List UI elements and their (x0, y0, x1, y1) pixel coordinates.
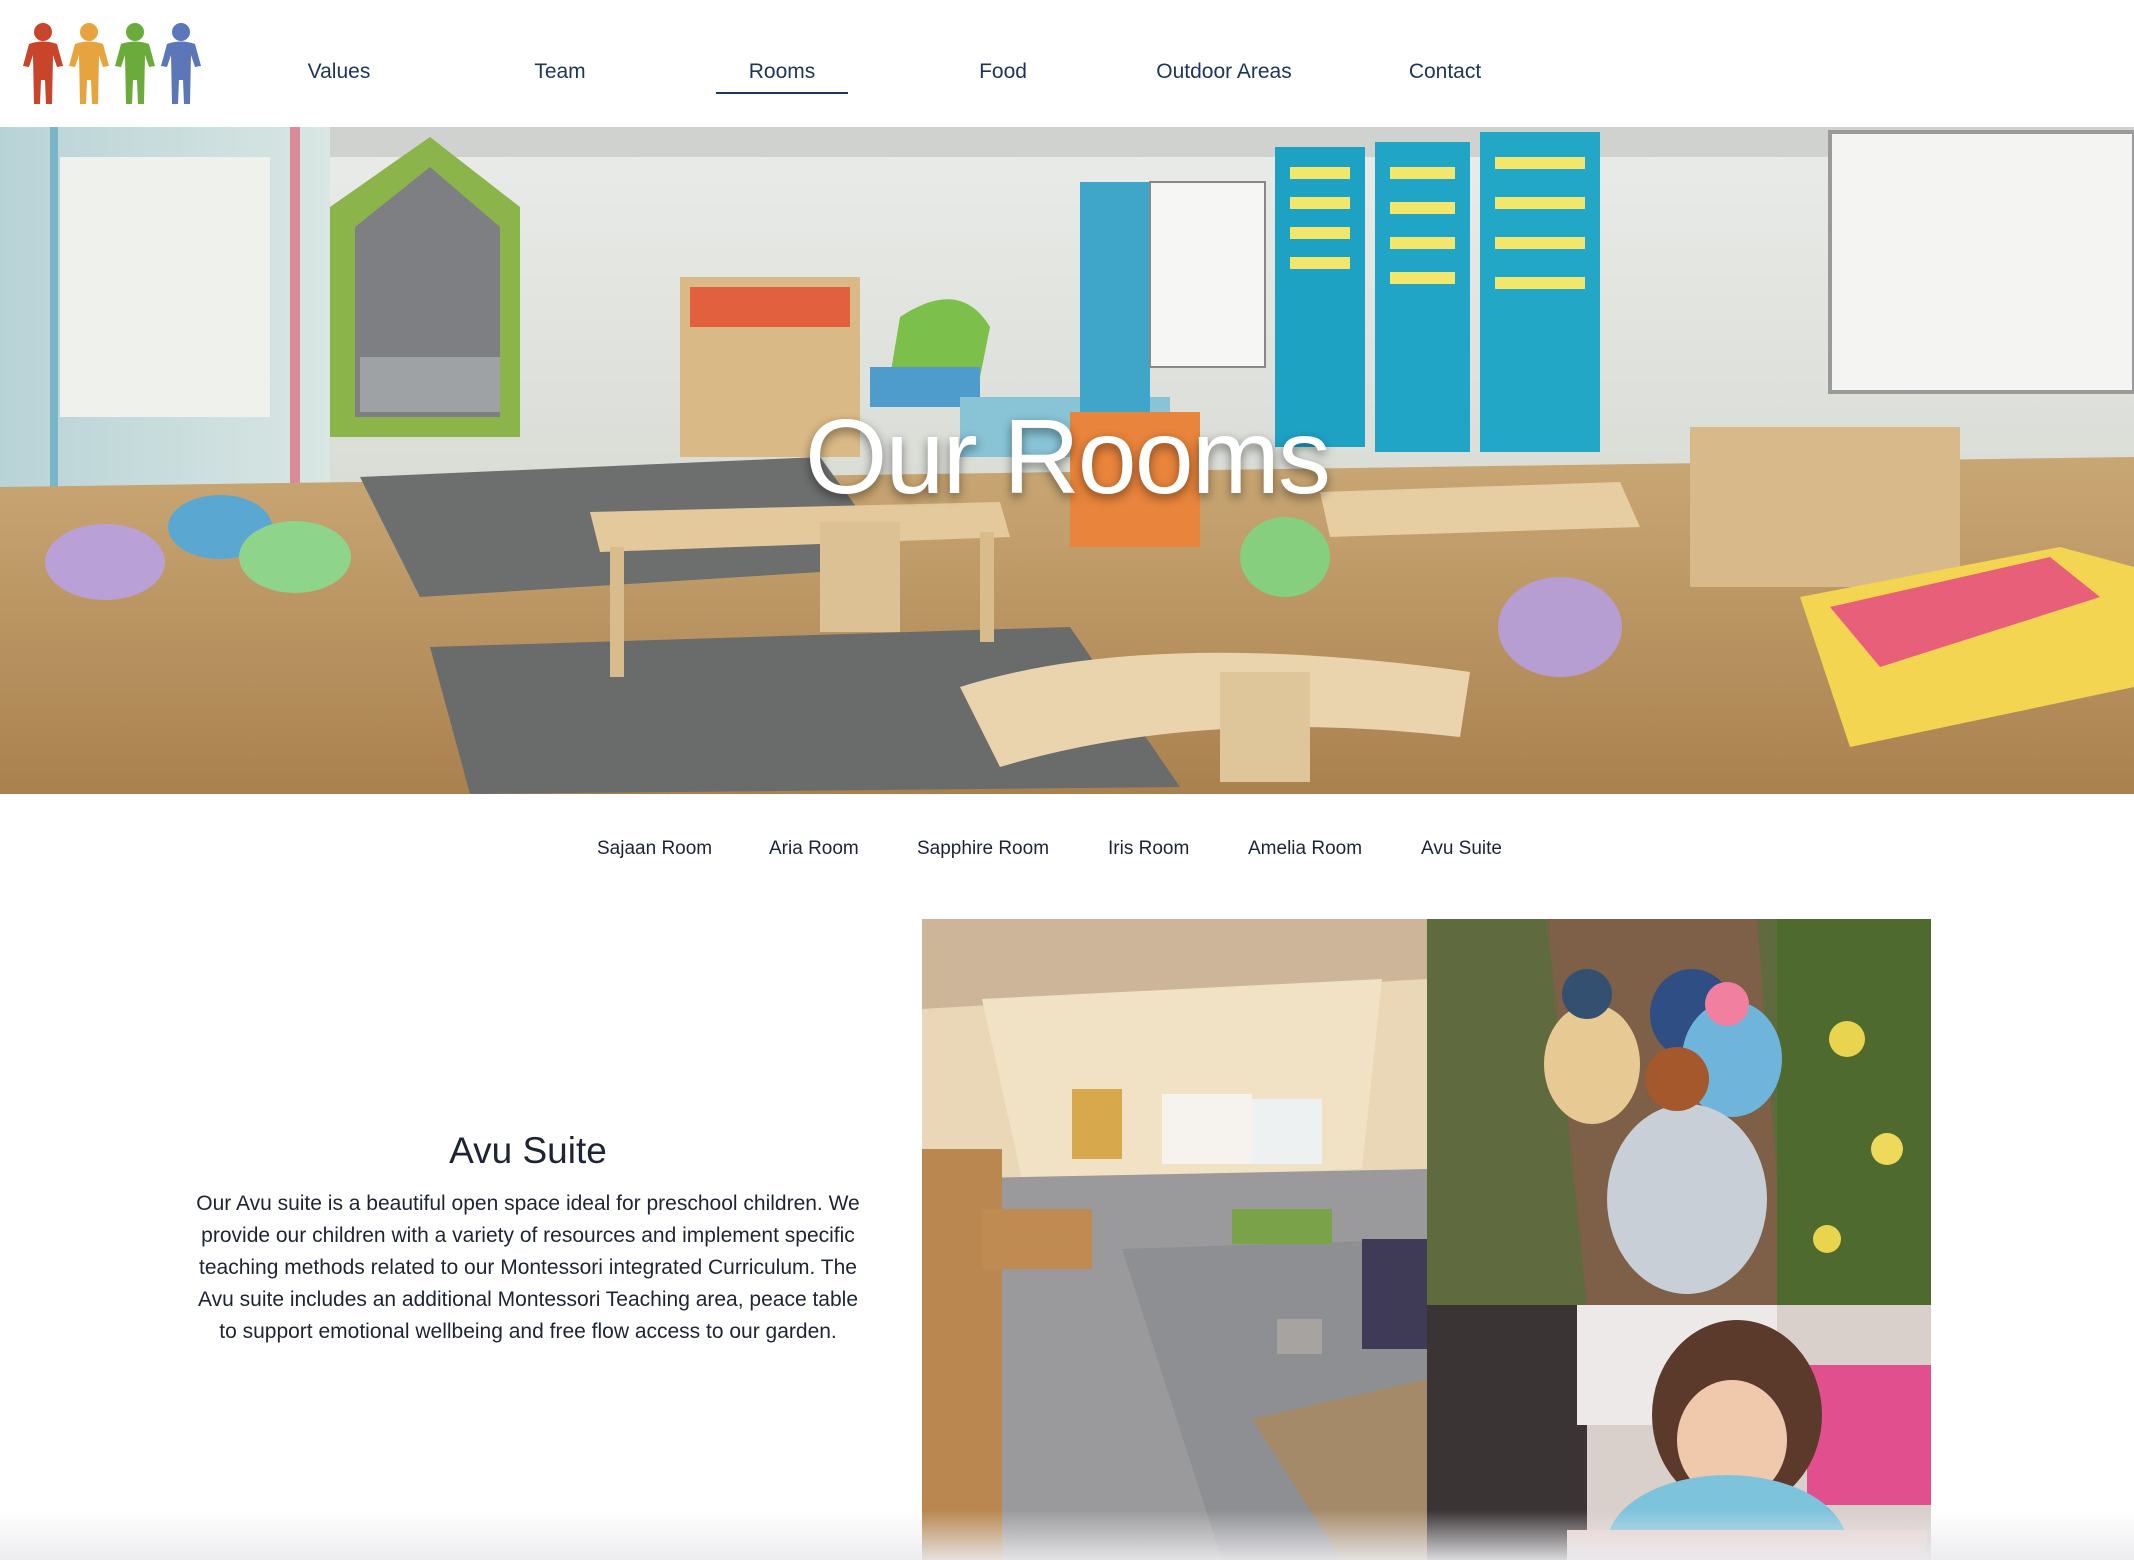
tab-iris-room[interactable]: Iris Room (1108, 838, 1189, 860)
nav-item-values[interactable]: Values (300, 60, 378, 94)
children-garden-photo (1427, 919, 1931, 1305)
tab-amelia-room[interactable]: Amelia Room (1248, 838, 1362, 860)
room-title: Avu Suite (449, 1130, 607, 1171)
room-interior-photo (922, 919, 1427, 1560)
bottom-fade (0, 1510, 2134, 1560)
room-tabs: Sajaan Room Aria Room Sapphire Room Iris… (0, 838, 2134, 868)
tab-sapphire-room[interactable]: Sapphire Room (917, 838, 1049, 860)
tab-sajaan-room[interactable]: Sajaan Room (597, 838, 712, 860)
nav-item-team[interactable]: Team (520, 60, 600, 94)
nav-item-food[interactable]: Food (968, 60, 1038, 94)
room-description: Our Avu suite is a beautiful open space … (196, 1192, 860, 1343)
hero-title: Our Rooms (805, 398, 1331, 516)
hero-banner: Our Rooms (0, 127, 2134, 794)
tab-aria-room[interactable]: Aria Room (769, 838, 859, 860)
tab-avu-suite[interactable]: Avu Suite (1421, 838, 1502, 860)
nav-item-outdoor-areas[interactable]: Outdoor Areas (1148, 60, 1300, 94)
nav-item-contact[interactable]: Contact (1398, 60, 1492, 94)
logo-people-icon[interactable] (20, 22, 210, 104)
nav-item-rooms[interactable]: Rooms (716, 60, 848, 94)
site-header: Values Team Rooms Food Outdoor Areas Con… (0, 0, 2134, 127)
